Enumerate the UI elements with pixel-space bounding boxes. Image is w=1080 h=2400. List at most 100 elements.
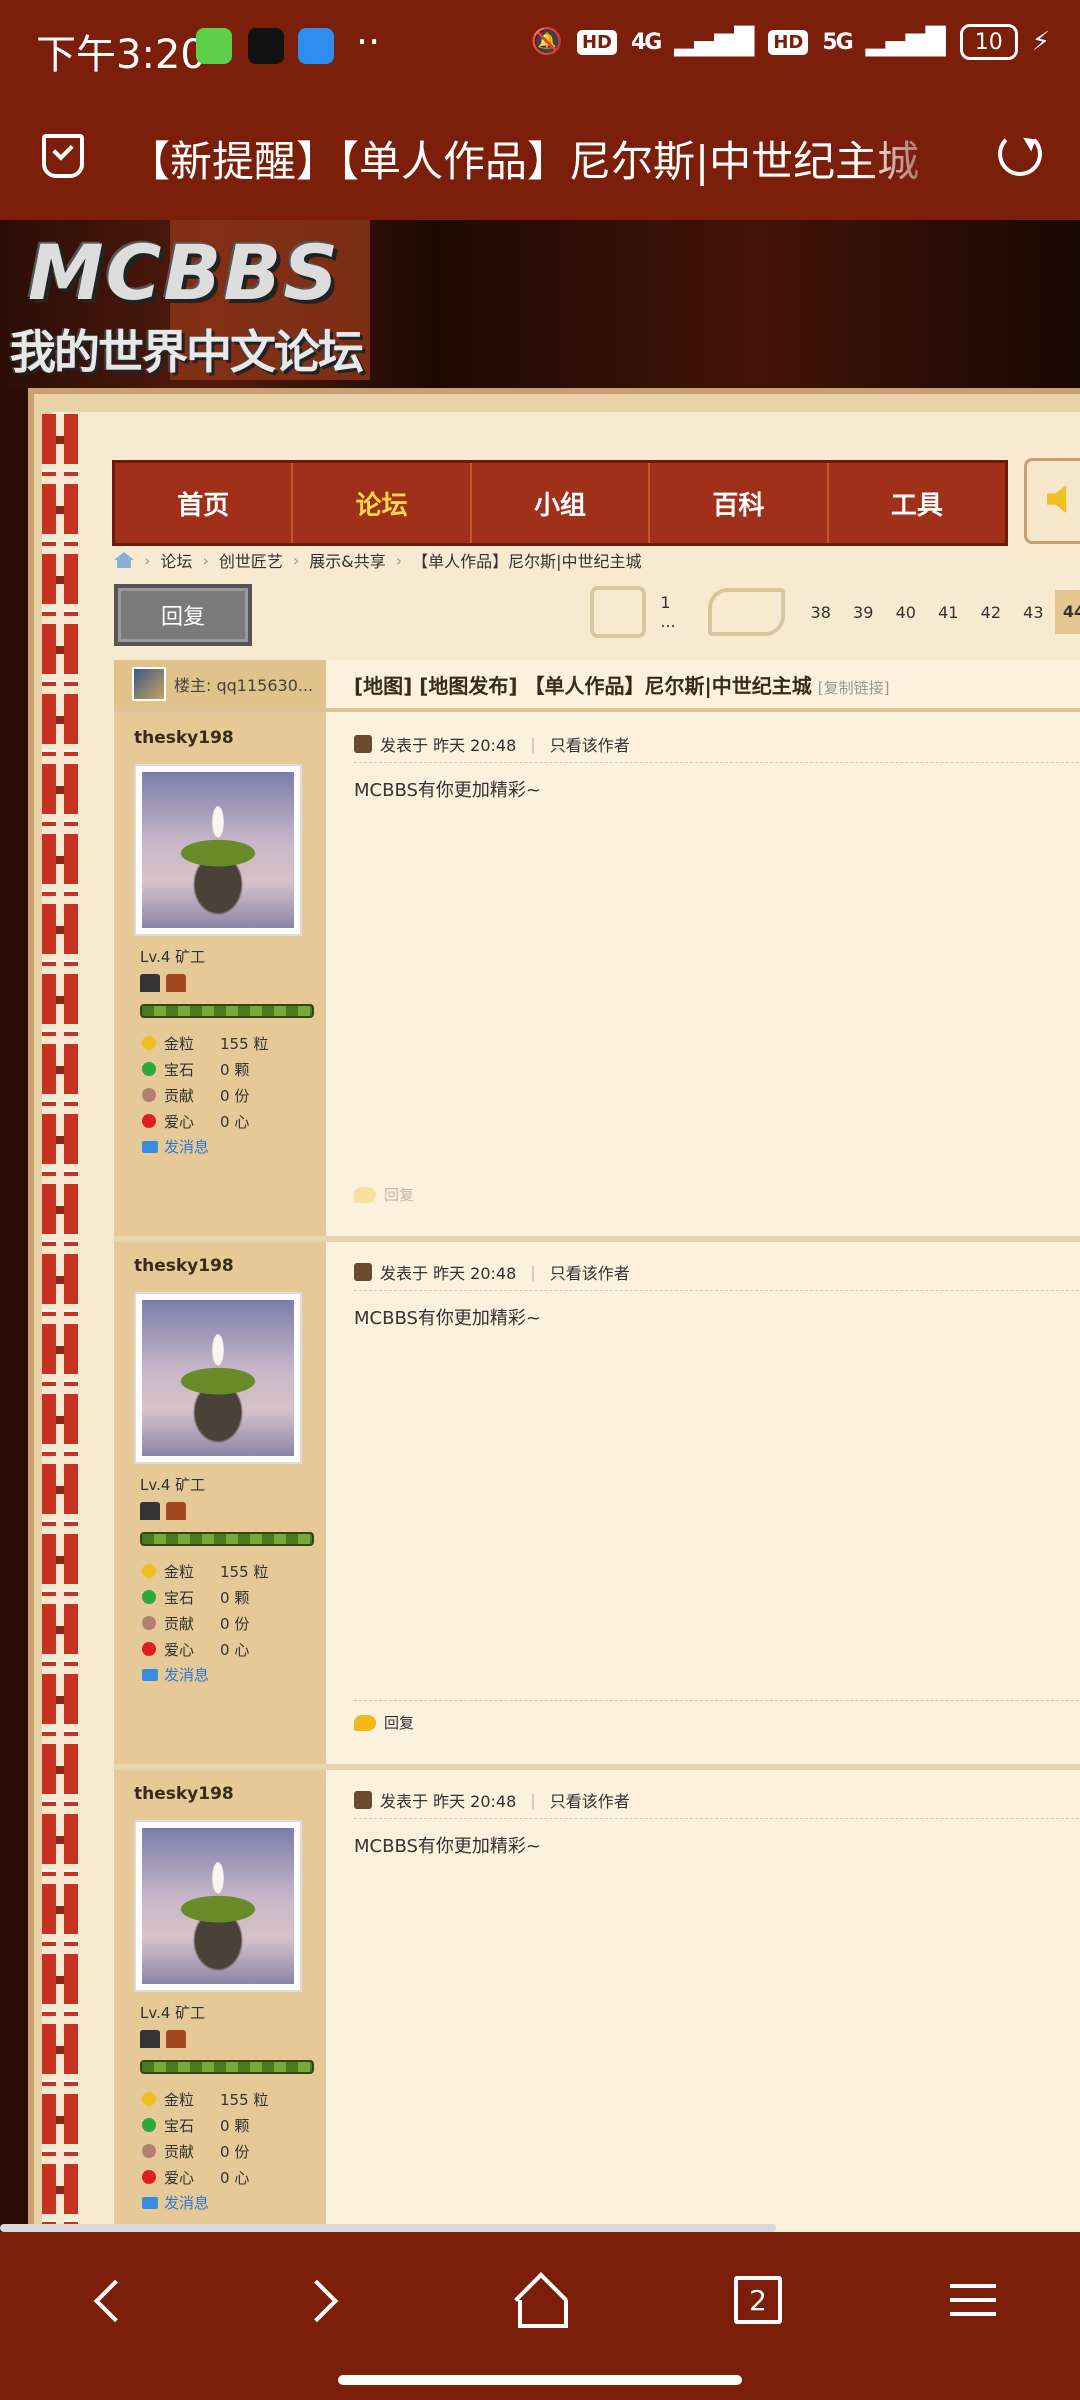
signal-bars-icon: ▂▄▆█ [674,27,755,57]
nav-wiki[interactable]: 百科 [650,463,829,543]
nav-home[interactable]: 首页 [115,463,294,543]
forward-icon[interactable] [294,2272,354,2332]
signal-4g: 4G [631,29,662,55]
gold-nugget-icon [142,2092,156,2106]
sound-button[interactable] [1024,458,1080,544]
nav-tools[interactable]: 工具 [829,463,1005,543]
stat-label: 贡献 [164,1614,195,1633]
horizontal-scrollbar[interactable] [0,2224,776,2232]
user-stats: 金粒 155 粒 宝石 0 颗 贡献 0 份 爱心 0 心 [142,1030,268,1134]
page-link[interactable]: 42 [970,603,1013,622]
breadcrumb-thread[interactable]: 【单人作品】尼尔斯|中世纪主城 [412,548,641,572]
reply-bubble-icon [354,1714,376,1731]
apple-icon [142,2170,156,2184]
emerald-icon [142,2118,156,2132]
back-icon[interactable] [78,2272,138,2332]
logo-subtitle: 我的世界中文论坛 [10,325,364,379]
post-meta: 发表于 昨天 20:48 | 只看该作者 [354,726,1080,763]
avatar[interactable] [134,1292,302,1464]
medal-icon [140,1502,160,1520]
page-first[interactable]: 1 ... [660,593,690,631]
op-info: 楼主: qq115630... [114,660,326,708]
menu-line [950,2284,996,2288]
post-content: MCBBS有你更加精彩~ [354,1308,541,1329]
avatar[interactable] [134,1820,302,1992]
status-time: 下午3:20 [36,32,206,78]
post-content: MCBBS有你更加精彩~ [354,780,541,801]
meta-divider: | [530,1262,536,1282]
prev-page-icon[interactable] [707,588,786,636]
author-face-icon [354,1791,372,1809]
reload-icon[interactable] [998,132,1042,176]
page-link[interactable]: 41 [927,603,970,622]
breadcrumb-forum[interactable]: 论坛 [160,548,192,572]
stat-contribution: 贡献 0 份 [142,1610,268,1636]
pagination: 1 ... 38 39 40 41 42 43 44 [590,586,1080,638]
post-author[interactable]: thesky198 [134,1256,234,1276]
medal-icon [140,974,160,992]
thread-container: 楼主: qq115630... [地图] [地图发布] 【单人作品】尼尔斯|中世… [114,660,1080,2298]
breadcrumb-section[interactable]: 创世匠艺 [219,548,283,572]
nav-groups[interactable]: 小组 [472,463,651,543]
reply-label: 回复 [384,1186,415,1204]
page-link[interactable]: 40 [885,603,928,622]
breadcrumb-subsection[interactable]: 展示&共享 [309,548,385,572]
stat-value: 0 份 [220,1086,250,1105]
avatar[interactable] [134,764,302,936]
post-reply-button[interactable]: 回复 [354,1712,414,1733]
envelope-icon [142,1668,158,1681]
tabs-button[interactable]: 2 [730,2272,790,2332]
stat-label: 宝石 [164,1588,195,1607]
post-content: MCBBS有你更加精彩~ [354,1836,541,1857]
send-message-link[interactable]: 发消息 [142,1136,209,1157]
stat-value: 0 颗 [220,2116,250,2135]
stat-value: 155 粒 [220,1034,269,1053]
post-author[interactable]: thesky198 [134,728,234,748]
menu-icon[interactable] [946,2272,1006,2332]
stat-label: 贡献 [164,1086,195,1105]
post-author[interactable]: thesky198 [134,1784,234,1804]
back-to-list-icon[interactable] [590,586,647,638]
gesture-bar[interactable] [338,2375,742,2385]
post-time: 发表于 昨天 20:48 [380,1264,517,1283]
medal-icon [166,2030,186,2048]
security-shield-icon[interactable] [42,134,84,178]
meta-divider: | [530,1790,536,1810]
post-reply-button[interactable]: 回复 [354,1184,414,1205]
copy-link[interactable]: [复制链接] [818,679,890,697]
breadcrumb-separator: › [395,550,403,570]
send-message-link[interactable]: 发消息 [142,2192,209,2213]
medal-icon [140,2030,160,2048]
breadcrumb-separator: › [202,550,209,570]
stat-gem: 宝石 0 颗 [142,1584,268,1610]
op-avatar[interactable] [132,667,166,701]
more-notifications-icon: ·· [356,20,381,64]
page-link[interactable]: 43 [1012,603,1055,622]
page-link[interactable]: 39 [842,603,885,622]
home-icon[interactable] [510,2272,570,2332]
stat-value: 0 份 [220,1614,250,1633]
contribution-icon [142,2144,156,2158]
send-message-link[interactable]: 发消息 [142,1664,209,1685]
home-icon[interactable] [114,552,134,568]
stat-value: 0 心 [220,2168,250,2187]
stat-gem: 宝石 0 颗 [142,1056,268,1082]
nav-forum[interactable]: 论坛 [293,463,472,543]
stat-gold: 金粒 155 粒 [142,1558,268,1584]
stat-label: 贡献 [164,2142,195,2161]
stat-love: 爱心 0 心 [142,2164,268,2190]
post: thesky198 Lv.4 矿工 金粒 155 粒 宝石 0 颗 贡献 0 份 爱心… [114,1768,1080,2298]
reply-button[interactable]: 回复 [114,584,252,646]
page-link[interactable]: 38 [799,603,842,622]
stat-label: 金粒 [164,1034,195,1053]
reply-bubble-icon [354,1186,376,1203]
page-title[interactable]: 【新提醒】【单人作品】尼尔斯|中世纪主城 [128,128,958,189]
op-label[interactable]: 楼主: qq115630... [174,672,313,696]
only-author-link[interactable]: 只看该作者 [550,732,630,756]
site-logo[interactable]: MCBBS 我的世界中文论坛 [10,228,370,379]
stat-contribution: 贡献 0 份 [142,1082,268,1108]
apple-icon [142,1114,156,1128]
only-author-link[interactable]: 只看该作者 [550,1788,630,1812]
only-author-link[interactable]: 只看该作者 [550,1260,630,1284]
stat-label: 宝石 [164,2116,195,2135]
